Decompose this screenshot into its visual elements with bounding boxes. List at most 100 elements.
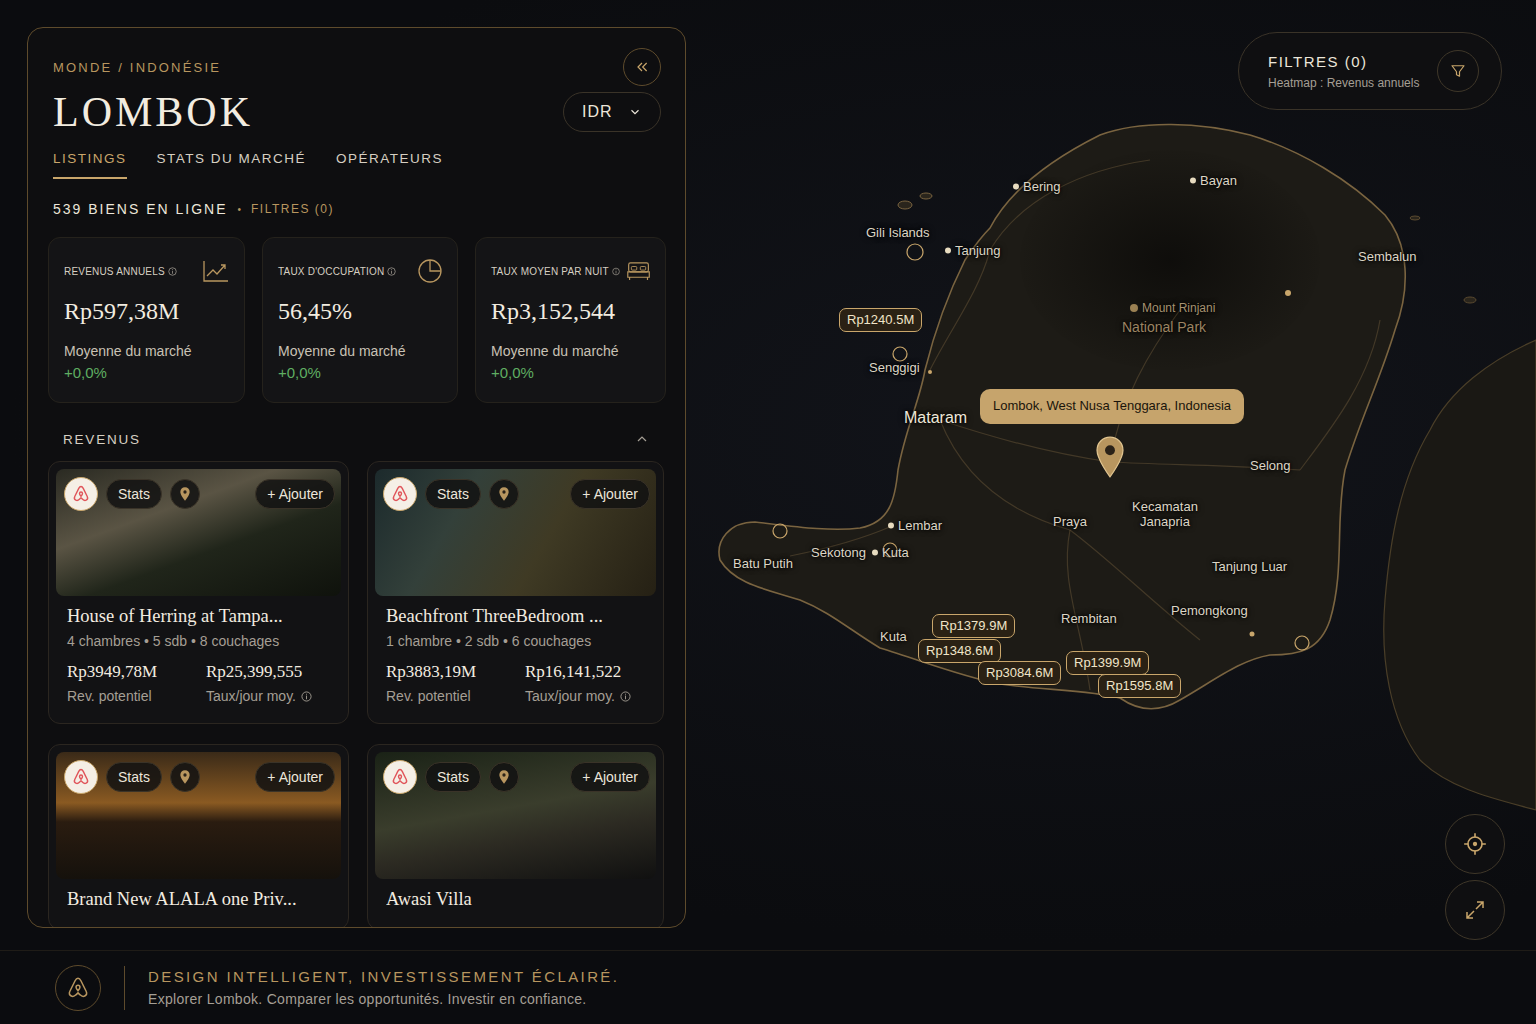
- filter-icon: [1437, 50, 1479, 92]
- add-button[interactable]: + Ajouter: [255, 479, 335, 509]
- stat-card: TAUX D'OCCUPATION56,45%Moyenne du marché…: [262, 237, 458, 403]
- stat-value: Rp3,152,544: [491, 298, 651, 325]
- listing-card[interactable]: Stats + Ajouter Awasi Villa: [367, 744, 664, 927]
- collapse-button[interactable]: [623, 48, 661, 86]
- footer-tagline: DESIGN INTELLIGENT, INVESTISSEMENT ÉCLAI…: [148, 968, 619, 985]
- app-root: Bering Bayan Gili Islands Tanjung Sembalun Mo…: [0, 0, 1536, 1024]
- map-place-label[interactable]: Tanjung Luar: [1212, 559, 1287, 574]
- map-place-label[interactable]: Gili Islands: [866, 225, 930, 240]
- stats-button[interactable]: Stats: [425, 479, 481, 509]
- place-dot-icon: [872, 549, 878, 555]
- map-place-label[interactable]: Mount Rinjani: [1130, 301, 1215, 315]
- currency-dropdown[interactable]: IDR: [563, 92, 661, 132]
- crosshair-icon: [1462, 831, 1488, 857]
- tab[interactable]: STATS DU MARCHÉ: [157, 143, 307, 179]
- location-pin-icon[interactable]: [170, 762, 200, 792]
- revenue-section-header[interactable]: REVENUS: [48, 431, 665, 447]
- map-controls: [1445, 814, 1505, 940]
- filters-link[interactable]: FILTRES (0): [251, 202, 334, 216]
- listing-card[interactable]: Stats + Ajouter Brand New ALALA one Priv..…: [48, 744, 349, 927]
- listing-title[interactable]: Awasi Villa: [386, 889, 646, 910]
- place-dot-icon: [1130, 304, 1138, 312]
- map-place-label[interactable]: Bayan: [1190, 173, 1237, 188]
- stats-button[interactable]: Stats: [425, 762, 481, 792]
- listing-photo[interactable]: Stats + Ajouter: [56, 469, 341, 596]
- airbnb-logo-icon: [383, 760, 417, 794]
- price-pin[interactable]: Rp3084.6M: [978, 661, 1061, 685]
- airbnb-logo-icon: [55, 965, 101, 1011]
- map-place-label[interactable]: Tanjung: [945, 243, 1001, 258]
- map-place-label[interactable]: Rembitan: [1061, 611, 1117, 626]
- tab[interactable]: OPÉRATEURS: [336, 143, 443, 179]
- add-button[interactable]: + Ajouter: [570, 762, 650, 792]
- tab[interactable]: LISTINGS: [53, 143, 127, 179]
- price-pin[interactable]: Rp1399.9M: [1066, 651, 1149, 675]
- main-area: Bering Bayan Gili Islands Tanjung Sembalun Mo…: [0, 0, 1536, 950]
- location-pin-icon[interactable]: [489, 762, 519, 792]
- map-place-label[interactable]: Kuta: [872, 545, 909, 560]
- stats-button[interactable]: Stats: [106, 762, 162, 792]
- location-pin-icon[interactable]: [489, 479, 519, 509]
- stat-card: REVENUS ANNUELSRp597,38MMoyenne du march…: [48, 237, 245, 403]
- info-icon[interactable]: [612, 267, 620, 276]
- map-place-label[interactable]: Kecamatan Janapria: [1124, 499, 1206, 529]
- airbnb-logo-icon: [383, 477, 417, 511]
- fullscreen-button[interactable]: [1445, 880, 1505, 940]
- map-place-label[interactable]: National Park: [1122, 319, 1206, 335]
- listing-title[interactable]: Beachfront ThreeBedroom ...: [386, 606, 646, 627]
- add-button[interactable]: + Ajouter: [570, 479, 650, 509]
- airbnb-logo-icon: [64, 477, 98, 511]
- place-dot-icon: [1190, 177, 1196, 183]
- map-place-label[interactable]: Praya: [1053, 514, 1087, 529]
- footer-subtitle: Explorer Lombok. Comparer les opportunit…: [148, 991, 619, 1007]
- bed-icon: [626, 259, 651, 283]
- map-pin-icon[interactable]: [1095, 436, 1125, 478]
- trend-chart-icon: [202, 259, 230, 283]
- map-place-label[interactable]: Bering: [1013, 179, 1061, 194]
- map-place-label[interactable]: Selong: [1250, 458, 1290, 473]
- place-dot-icon: [945, 247, 951, 253]
- stats-row: REVENUS ANNUELSRp597,38MMoyenne du march…: [48, 237, 665, 403]
- listing-card[interactable]: Stats + Ajouter Beachfront ThreeBedroom ..…: [367, 461, 664, 724]
- pie-chart-icon: [417, 258, 443, 284]
- chevron-up-icon: [634, 431, 650, 447]
- info-icon[interactable]: [387, 267, 396, 276]
- price-pin[interactable]: Rp1240.5M: [839, 308, 922, 332]
- map-place-label[interactable]: Mataram: [904, 409, 967, 427]
- listing-photo[interactable]: Stats + Ajouter: [375, 752, 656, 879]
- tab-bar: LISTINGS STATS DU MARCHÉ OPÉRATEURS: [53, 143, 661, 179]
- map-place-label[interactable]: Sekotong: [811, 545, 866, 560]
- info-icon[interactable]: [301, 691, 312, 702]
- map-place-label[interactable]: Sembalun: [1358, 249, 1417, 264]
- listing-photo[interactable]: Stats + Ajouter: [56, 752, 341, 879]
- breadcrumb[interactable]: MONDE / INDONÉSIE: [53, 60, 221, 75]
- listing-summary: 539 BIENS EN LIGNE•FILTRES (0): [53, 201, 661, 217]
- map-place-label[interactable]: Batu Putih: [733, 556, 793, 571]
- map-place-label[interactable]: Senggigi: [869, 360, 920, 375]
- map-place-label[interactable]: Lembar: [888, 518, 942, 533]
- place-dot-icon: [1013, 183, 1019, 189]
- listing-title[interactable]: House of Herring at Tampa...: [67, 606, 331, 627]
- map-filter-button[interactable]: FILTRES (0)Heatmap : Revenus annuels: [1238, 32, 1502, 110]
- locate-button[interactable]: [1445, 814, 1505, 874]
- price-pin[interactable]: Rp1379.9M: [932, 614, 1015, 638]
- location-pin-icon[interactable]: [170, 479, 200, 509]
- stat-card: TAUX MOYEN PAR NUITRp3,152,544Moyenne du…: [475, 237, 666, 403]
- stat-value: 56,45%: [278, 298, 443, 325]
- listing-card[interactable]: Stats + Ajouter House of Herring at Tampa.…: [48, 461, 349, 724]
- expand-icon: [1463, 898, 1487, 922]
- add-button[interactable]: + Ajouter: [255, 762, 335, 792]
- airbnb-logo-icon: [64, 760, 98, 794]
- info-icon[interactable]: [620, 691, 631, 702]
- map-place-label[interactable]: Pemongkong: [1171, 603, 1248, 618]
- info-icon[interactable]: [168, 267, 177, 276]
- page-title: LOMBOK: [53, 88, 253, 136]
- stats-button[interactable]: Stats: [106, 479, 162, 509]
- price-pin[interactable]: Rp1595.8M: [1098, 674, 1181, 698]
- listing-photo[interactable]: Stats + Ajouter: [375, 469, 656, 596]
- price-pin[interactable]: Rp1348.6M: [918, 639, 1001, 663]
- map-place-label[interactable]: Kuta: [880, 629, 907, 644]
- side-panel: MONDE / INDONÉSIE LOMBOK IDR LISTINGS STATS …: [27, 27, 686, 928]
- listing-title[interactable]: Brand New ALALA one Priv...: [67, 889, 331, 910]
- place-dot-icon: [888, 522, 894, 528]
